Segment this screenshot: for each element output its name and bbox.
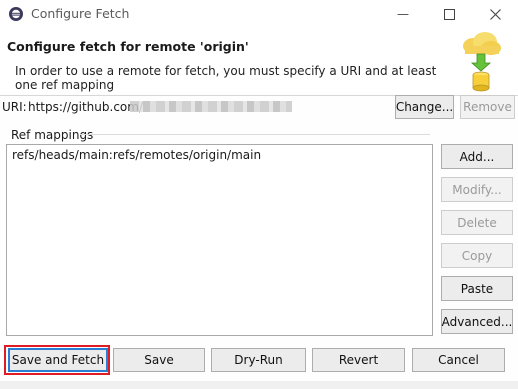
delete-mapping-button[interactable]: Delete	[441, 210, 513, 235]
banner-title: Configure fetch for remote 'origin'	[7, 39, 249, 54]
focus-highlight	[4, 345, 110, 375]
close-button[interactable]	[472, 0, 518, 28]
cloud-fetch-icon	[457, 30, 505, 94]
group-divider	[80, 134, 430, 135]
maximize-button[interactable]	[426, 0, 472, 28]
uri-value: https://github.com/	[28, 100, 143, 114]
remove-uri-button[interactable]: Remove	[460, 95, 515, 119]
ref-mappings-label: Ref mappings	[11, 128, 94, 142]
cancel-button[interactable]: Cancel	[412, 348, 505, 372]
eclipse-icon	[8, 6, 24, 22]
modify-mapping-button[interactable]: Modify...	[441, 177, 513, 202]
change-uri-button[interactable]: Change...	[395, 95, 454, 119]
advanced-button[interactable]: Advanced...	[441, 309, 513, 334]
close-icon	[489, 8, 501, 20]
background-strip	[0, 381, 518, 389]
list-item[interactable]: refs/heads/main:refs/remotes/origin/main	[12, 148, 261, 162]
banner-message: In order to use a remote for fetch, you …	[15, 64, 437, 92]
minimize-button[interactable]: —	[380, 0, 426, 28]
save-button[interactable]: Save	[113, 348, 205, 372]
ref-mappings-list[interactable]	[6, 144, 433, 336]
minimize-icon: —	[397, 7, 409, 21]
dry-run-button[interactable]: Dry-Run	[211, 348, 306, 372]
uri-redacted-path	[130, 101, 292, 112]
paste-mapping-button[interactable]: Paste	[441, 276, 513, 301]
window-title: Configure Fetch	[31, 6, 130, 21]
maximize-icon	[443, 8, 455, 20]
revert-button[interactable]: Revert	[312, 348, 405, 372]
add-mapping-button[interactable]: Add...	[441, 144, 513, 169]
uri-label: URI:	[2, 100, 27, 114]
copy-mapping-button[interactable]: Copy	[441, 243, 513, 268]
